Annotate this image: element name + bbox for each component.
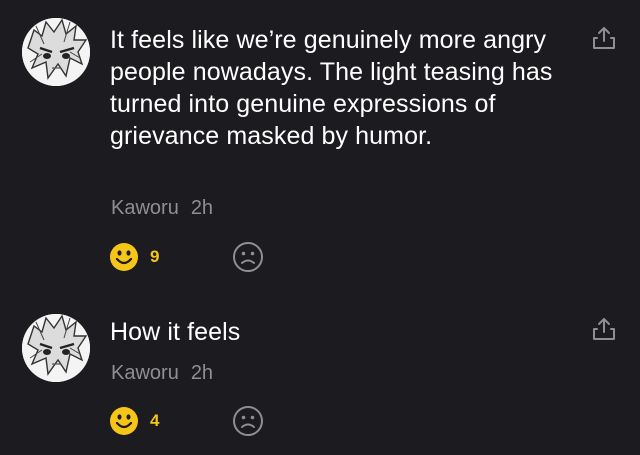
laugh-count: 9 bbox=[150, 247, 160, 266]
anime-avatar-icon bbox=[22, 18, 90, 86]
avatar[interactable] bbox=[22, 314, 90, 382]
comment-text: How it feels bbox=[110, 318, 241, 346]
comment-text: It feels like we’re genuinely more angry… bbox=[110, 26, 553, 150]
sad-face-icon[interactable] bbox=[232, 405, 264, 437]
timestamp: 2h bbox=[190, 362, 214, 384]
author-name[interactable]: Kaworu bbox=[111, 197, 179, 219]
share-icon[interactable] bbox=[591, 25, 617, 51]
sad-face-icon[interactable] bbox=[232, 241, 264, 273]
laugh-emoji-icon bbox=[110, 243, 138, 271]
author-name[interactable]: Kaworu bbox=[111, 362, 179, 384]
timestamp: 2h bbox=[190, 197, 214, 219]
laugh-reaction-button[interactable]: 9 bbox=[109, 242, 159, 272]
comment-meta: Kaworu 2h bbox=[111, 196, 213, 220]
anime-avatar-icon bbox=[22, 314, 90, 382]
avatar[interactable] bbox=[22, 18, 90, 86]
laugh-emoji-icon bbox=[110, 407, 138, 435]
share-icon[interactable] bbox=[591, 316, 617, 342]
comment-meta: Kaworu 2h bbox=[111, 361, 213, 385]
laugh-reaction-button[interactable]: 4 bbox=[109, 406, 159, 436]
laugh-count: 4 bbox=[150, 411, 160, 430]
